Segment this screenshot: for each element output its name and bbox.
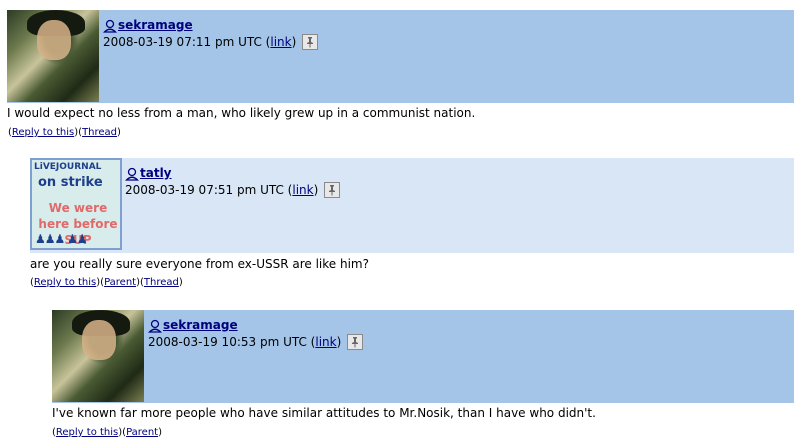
comment-header: sekramage 2008-03-19 10:53 pm UTC (link) xyxy=(52,310,794,403)
parent-link[interactable]: Parent xyxy=(126,427,158,438)
avatar[interactable] xyxy=(7,10,99,102)
username-link[interactable]: sekramage xyxy=(118,18,193,33)
username-link[interactable]: tatly xyxy=(140,166,172,181)
comment-date: 2008-03-19 07:11 pm UTC xyxy=(103,34,262,49)
comment-header: LiVEJOURNAL on strike We were here befor… xyxy=(30,158,794,253)
thread-link[interactable]: Thread xyxy=(144,277,179,288)
userpic-brand: LiVEJOURNAL xyxy=(34,162,102,172)
permalink[interactable]: link xyxy=(315,335,336,350)
permalink[interactable]: link xyxy=(292,183,313,198)
userpic-figures: ♟♟♟ ♟♟ xyxy=(35,232,88,246)
user-icon[interactable] xyxy=(125,167,139,181)
comment-3: sekramage 2008-03-19 10:53 pm UTC (link)… xyxy=(0,300,800,446)
user-icon[interactable] xyxy=(148,319,162,333)
pushpin-icon[interactable] xyxy=(324,182,341,198)
comment-header: sekramage 2008-03-19 07:11 pm UTC (link) xyxy=(7,10,794,103)
reply-link[interactable]: Reply to this xyxy=(34,277,96,288)
reply-link[interactable]: Reply to this xyxy=(56,427,118,438)
parent-link[interactable]: Parent xyxy=(104,277,136,288)
comment-date: 2008-03-19 10:53 pm UTC xyxy=(148,334,307,349)
pushpin-icon[interactable] xyxy=(347,334,364,350)
comment-actions: (Reply to this)(Parent) xyxy=(52,427,162,438)
comment-2: LiVEJOURNAL on strike We were here befor… xyxy=(0,150,800,300)
avatar[interactable]: LiVEJOURNAL on strike We were here befor… xyxy=(30,158,122,250)
user-icon[interactable] xyxy=(103,19,117,33)
comment-actions: (Reply to this)(Thread) xyxy=(8,127,121,138)
pushpin-icon[interactable] xyxy=(302,34,319,50)
comment-date: 2008-03-19 07:51 pm UTC xyxy=(125,182,284,197)
permalink[interactable]: link xyxy=(270,35,291,50)
comment-actions: (Reply to this)(Parent)(Thread) xyxy=(30,277,183,288)
comment-body: are you really sure everyone from ex-USS… xyxy=(30,257,369,271)
userpic-strike: on strike xyxy=(38,175,103,190)
reply-link[interactable]: Reply to this xyxy=(12,127,74,138)
comment-body: I've known far more people who have simi… xyxy=(52,406,596,420)
comment-body: I would expect no less from a man, who l… xyxy=(7,106,476,120)
thread-link[interactable]: Thread xyxy=(82,127,117,138)
username-link[interactable]: sekramage xyxy=(163,318,238,333)
comment-1: sekramage 2008-03-19 07:11 pm UTC (link)… xyxy=(0,0,800,146)
avatar[interactable] xyxy=(52,310,144,402)
